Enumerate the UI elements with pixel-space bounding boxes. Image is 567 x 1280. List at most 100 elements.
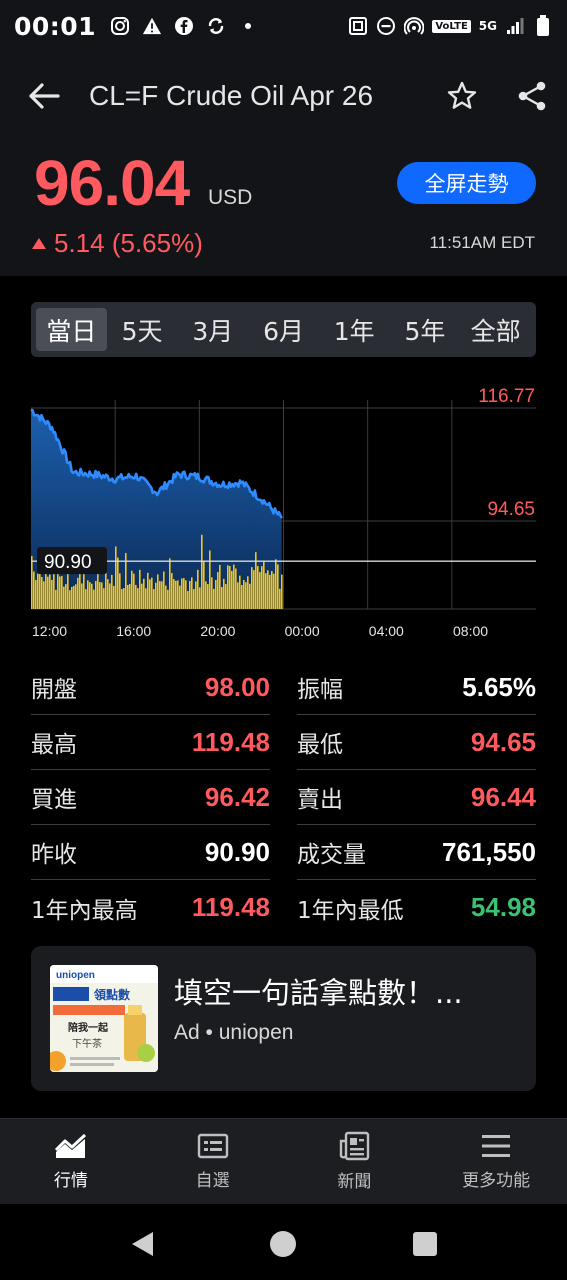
tab-5y[interactable]: 5年 [390,308,461,351]
volume-bar [221,586,223,609]
volume-bar [217,572,219,609]
tab-6m[interactable]: 6月 [248,308,319,351]
x-tick-label: 12:00 [32,623,67,639]
stat-prev-close: 昨收 90.90 [31,825,270,880]
volume-bar [243,580,245,609]
volume-bar [239,575,241,609]
stat-range-pct: 振幅 5.65% [297,660,536,715]
stat-label: 開盤 [31,677,77,703]
volume-bar [233,564,235,609]
volume-bar [61,576,63,609]
volume-bar [265,573,267,609]
nav-more[interactable]: 更多功能 [425,1119,567,1204]
volume-bar [107,579,109,609]
x-axis-ticks: 12:00 16:00 20:00 00:00 04:00 08:00 [32,623,488,639]
arrow-left-icon [29,83,60,109]
nav-news[interactable]: 新聞 [284,1119,426,1204]
stat-value: 98.00 [204,671,270,702]
volume-bar [127,584,129,609]
volume-bar [271,571,273,609]
volume-bar [171,573,173,609]
nav-watchlist[interactable]: 自選 [142,1119,284,1204]
stat-52w-high: 1年內最高 119.48 [31,880,270,935]
volume-bar [261,566,263,609]
ad-image[interactable]: uniopen 領點數 陪我一起 下午茶 [50,965,158,1072]
x-tick-label: 20:00 [200,623,235,639]
volume-bar [111,574,113,609]
volume-bar [163,571,165,609]
volume-bar [109,583,111,609]
volume-bar [101,582,103,609]
volume-bar [191,577,193,609]
back-button[interactable] [22,76,66,116]
ad-img-headline: 領點數 [93,987,130,1002]
system-back-button[interactable] [128,1230,156,1258]
volume-bar [33,571,35,609]
stat-value: 761,550 [442,836,536,867]
volume-bar [179,585,181,609]
nav-market[interactable]: 行情 [0,1119,142,1204]
stat-value: 54.98 [470,892,536,922]
volume-bar [181,578,183,609]
volume-bar [99,582,101,609]
x-tick-label: 16:00 [116,623,151,639]
volume-bar [55,589,57,609]
tab-3m[interactable]: 3月 [177,308,248,351]
nfc-icon [348,16,368,36]
share-icon [518,81,546,111]
system-recents-button[interactable] [411,1230,439,1258]
stat-ask: 賣出 96.44 [297,770,536,825]
status-bar: 00:01 VoLTE 5G [0,0,567,52]
volume-bar [219,564,221,609]
tab-5d[interactable]: 5天 [107,308,178,351]
volume-bar [79,572,81,609]
volume-bar [249,583,251,609]
volume-bar [259,572,261,609]
fullscreen-chart-button[interactable]: 全屏走勢 [397,162,536,204]
ad-card[interactable]: uniopen 領點數 陪我一起 下午茶 填空一句話拿點數！... Ad • u… [31,946,536,1091]
volume-bar [279,588,281,609]
volume-bar [91,583,93,609]
tab-1y[interactable]: 1年 [319,308,390,351]
volume-bar [121,589,123,609]
tab-1d[interactable]: 當日 [36,308,107,351]
volume-bar [267,570,269,609]
volume-bar [237,582,239,609]
stat-value: 90.90 [204,836,270,867]
system-home-button[interactable] [269,1230,297,1258]
volume-bar [141,583,143,609]
volume-bar [83,571,85,609]
volume-bar [209,550,211,609]
price-chart[interactable]: 90.90 116.77 94.65 12:00 16:00 20:00 00:00 0… [0,380,567,650]
stat-label: 1年內最高 [31,897,138,924]
ad-title[interactable]: 填空一句話拿點數！... [174,970,463,1012]
triangle-back-icon [132,1232,153,1256]
volume-bar [203,560,205,609]
volume-bar [153,589,155,609]
watchlist-icon [197,1133,228,1159]
status-time: 00:01 [14,11,97,41]
stats-row: 買進 96.42 賣出 96.44 [31,770,536,825]
volume-bar [95,580,97,609]
volume-bar [223,578,225,609]
stat-value: 119.48 [191,726,270,757]
stat-value: 96.42 [204,781,270,812]
favorite-button[interactable] [440,76,484,116]
news-icon [340,1131,370,1161]
volume-bar [133,573,135,609]
x-tick-label: 00:00 [285,623,320,639]
ad-meta: Ad • uniopen [174,1021,294,1044]
battery-icon [533,15,553,36]
tab-all[interactable]: 全部 [460,308,531,351]
volume-bar [41,577,43,609]
stat-label: 振幅 [297,677,343,703]
volume-bar [263,561,265,609]
network-type: 5G [478,18,497,33]
ad-img-line2: 陪我一起 [68,1021,109,1034]
current-price: 96.04 [34,147,190,219]
facebook-icon [174,16,194,36]
share-button[interactable] [510,76,554,116]
x-tick-label: 08:00 [453,623,488,639]
volume-bar [177,580,179,609]
volume-bar [139,569,141,609]
